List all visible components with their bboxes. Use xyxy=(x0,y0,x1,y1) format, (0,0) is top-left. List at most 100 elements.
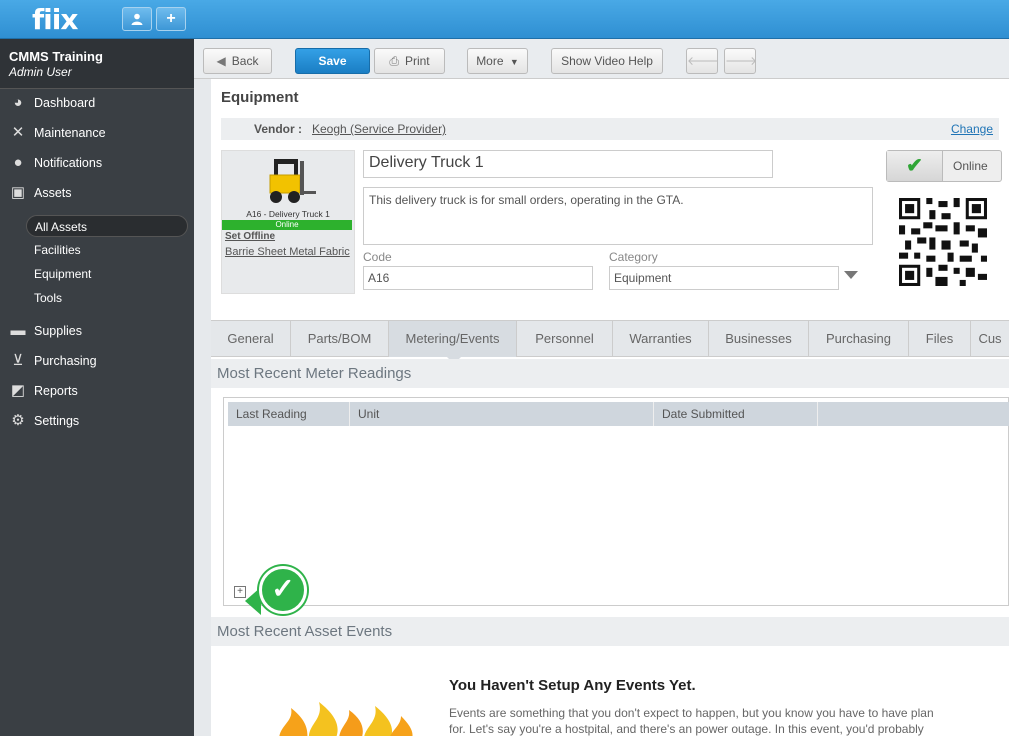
chart-icon: ◩ xyxy=(10,382,26,399)
asset-name-field[interactable]: Delivery Truck 1 xyxy=(363,150,773,178)
code-label: Code xyxy=(363,250,392,264)
next-record-button[interactable]: 🡒 xyxy=(724,48,758,74)
more-button[interactable]: More ▼ xyxy=(467,48,528,74)
sidebar-item-reports[interactable]: ◩ Reports xyxy=(0,377,194,405)
user-role: Admin User xyxy=(9,65,72,79)
tab-files[interactable]: Files xyxy=(909,321,971,357)
speech-bubble-icon: ● xyxy=(13,154,23,171)
sidebar-item-assets[interactable]: ▣ Assets xyxy=(0,179,194,207)
sidebar-item-purchasing[interactable]: ⊻ Purchasing xyxy=(0,347,194,375)
printer-icon: ⎙ xyxy=(389,54,399,68)
category-field[interactable]: Equipment xyxy=(609,266,839,290)
status-toggle[interactable]: ✔ Online xyxy=(886,150,1002,182)
more-label: More xyxy=(476,54,504,68)
org-name: CMMS Training xyxy=(9,49,103,64)
print-label: Print xyxy=(404,54,430,68)
fiix-logo[interactable]: fiix xyxy=(32,3,78,36)
asset-events-heading: Most Recent Asset Events xyxy=(211,617,1009,646)
set-offline-link[interactable]: Set Offline xyxy=(225,231,275,242)
tab-personnel[interactable]: Personnel xyxy=(517,321,613,357)
sidebar-subitem-tools[interactable]: Tools xyxy=(26,287,188,309)
user-icon xyxy=(131,13,143,25)
cart-icon: ⊻ xyxy=(12,352,24,369)
asset-caption: A16 - Delivery Truck 1 xyxy=(246,209,330,219)
online-strip: Online xyxy=(222,220,352,230)
sidebar-item-label: Notifications xyxy=(34,156,103,170)
record-tabs: General Parts/BOM Metering/Events Person… xyxy=(211,320,1009,364)
tab-purchasing[interactable]: Purchasing xyxy=(809,321,909,357)
grid-header: Last Reading Unit Date Submitted xyxy=(228,402,1009,426)
sidebar-item-label: Dashboard xyxy=(34,96,96,110)
arrow-right-icon: 🡒 xyxy=(725,54,758,68)
tutorial-checkmark-icon: ✓ xyxy=(259,566,307,614)
user-button[interactable] xyxy=(122,7,152,31)
tab-businesses[interactable]: Businesses xyxy=(709,321,809,357)
sidebar-item-label: Maintenance xyxy=(34,126,106,140)
change-vendor-link[interactable]: Change xyxy=(951,122,993,136)
sidebar-subitem-facilities[interactable]: Facilities xyxy=(26,239,188,261)
chevron-down-icon[interactable] xyxy=(844,271,858,279)
asset-description-field[interactable]: This delivery truck is for small orders,… xyxy=(363,187,873,245)
arrow-left-icon: 🡐 xyxy=(687,54,720,68)
caret-down-icon: ▼ xyxy=(509,57,519,67)
back-button[interactable]: ◀ Back xyxy=(203,48,272,74)
code-field[interactable]: A16 xyxy=(363,266,593,290)
back-label: Back xyxy=(231,54,259,68)
forklift-icon[interactable] xyxy=(260,155,316,205)
events-empty-text: Events are something that you don't expe… xyxy=(449,706,934,736)
top-bar: fiix + xyxy=(0,0,1009,39)
column-last-reading[interactable]: Last Reading xyxy=(228,402,350,426)
previous-record-button[interactable]: 🡐 xyxy=(686,48,720,74)
checkmark-icon: ✔ xyxy=(887,151,943,181)
tools-icon: ✕ xyxy=(11,124,25,141)
truck-icon: ▬ xyxy=(10,322,26,339)
main-content: ◀ Back Save ⎙ Print More ▼ Show Video Help… xyxy=(194,39,1009,736)
page-title: Equipment xyxy=(221,89,299,106)
sidebar-item-supplies[interactable]: ▬ Supplies xyxy=(0,317,194,345)
status-label: Online xyxy=(953,159,988,173)
sidebar-item-label: Settings xyxy=(34,414,80,428)
sidebar-item-notifications[interactable]: ● Notifications xyxy=(0,149,194,177)
sidebar-item-settings[interactable]: ⚙ Settings xyxy=(0,407,194,435)
tab-metering-events[interactable]: Metering/Events xyxy=(389,321,517,357)
asset-card: A16 - Delivery Truck 1 Online Set Offlin… xyxy=(221,150,355,294)
arrow-left-icon: ◀ xyxy=(216,54,226,68)
vendor-label: Vendor : xyxy=(254,122,303,136)
tab-parts-bom[interactable]: Parts/BOM xyxy=(291,321,389,357)
events-empty-title: You Haven't Setup Any Events Yet. xyxy=(449,677,696,694)
gear-icon: ⚙ xyxy=(11,412,25,429)
category-label: Category xyxy=(609,250,658,264)
video-help-button[interactable]: Show Video Help xyxy=(551,48,663,74)
qr-code-icon[interactable] xyxy=(899,198,987,286)
column-extra xyxy=(818,402,1009,426)
meter-readings-grid: Last Reading Unit Date Submitted + xyxy=(223,397,1009,606)
add-button[interactable]: + xyxy=(156,7,186,31)
column-date-submitted[interactable]: Date Submitted xyxy=(654,402,818,426)
tab-general[interactable]: General xyxy=(211,321,291,357)
sidebar-item-label: Purchasing xyxy=(34,354,97,368)
sidebar-item-label: Supplies xyxy=(34,324,82,338)
sidebar-item-label: Reports xyxy=(34,384,78,398)
record-panel: Equipment Vendor : Keogh (Service Provid… xyxy=(211,79,1009,736)
asset-location-link[interactable]: Barrie Sheet Metal Fabric xyxy=(225,246,350,258)
org-header: CMMS Training Admin User xyxy=(0,39,194,89)
print-button[interactable]: ⎙ Print xyxy=(374,48,445,74)
sidebar-subitem-all-assets[interactable]: All Assets xyxy=(26,215,188,237)
boxes-icon: ▣ xyxy=(10,184,26,201)
plus-icon: + xyxy=(166,10,176,27)
column-unit[interactable]: Unit xyxy=(350,402,654,426)
sidebar: CMMS Training Admin User ◕ Dashboard ✕ M… xyxy=(0,39,194,736)
vendor-bar: Vendor : Keogh (Service Provider) Change xyxy=(221,118,999,140)
sidebar-item-label: Assets xyxy=(34,186,72,200)
sidebar-item-dashboard[interactable]: ◕ Dashboard xyxy=(0,89,194,117)
record-toolbar: ◀ Back Save ⎙ Print More ▼ Show Video Help… xyxy=(194,39,1009,79)
sidebar-item-maintenance[interactable]: ✕ Maintenance xyxy=(0,119,194,147)
save-button[interactable]: Save xyxy=(295,48,370,74)
vendor-link[interactable]: Keogh (Service Provider) xyxy=(312,122,446,136)
meter-readings-heading: Most Recent Meter Readings xyxy=(211,359,1009,388)
dashboard-icon: ◕ xyxy=(13,94,23,111)
flames-icon xyxy=(279,702,413,736)
tab-warranties[interactable]: Warranties xyxy=(613,321,709,357)
tab-custom[interactable]: Cus xyxy=(971,321,1009,357)
sidebar-subitem-equipment[interactable]: Equipment xyxy=(26,263,188,285)
